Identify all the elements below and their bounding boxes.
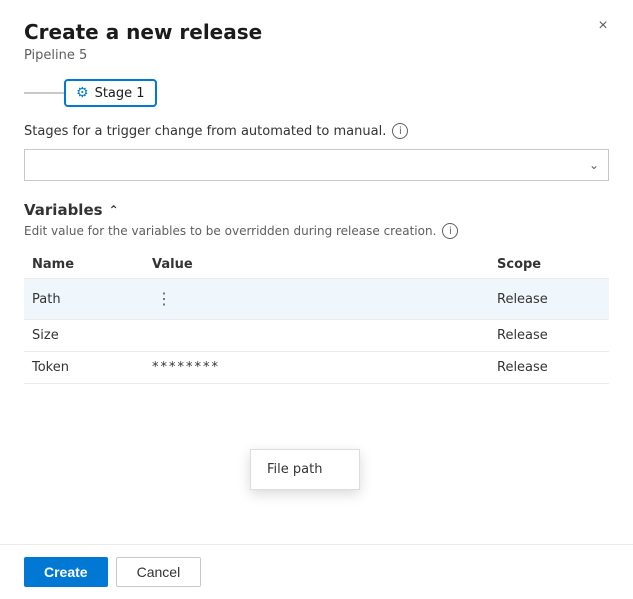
dialog-header: Create a new release Pipeline 5 <box>0 0 633 79</box>
variables-title: Variables <box>24 201 103 219</box>
chevron-up-icon[interactable]: ⌃ <box>109 203 119 217</box>
stage-icon: ⚙ <box>76 85 89 101</box>
col-header-value: Value <box>144 251 489 279</box>
pipeline-name: Pipeline 5 <box>24 48 609 63</box>
variables-description: Edit value for the variables to be overr… <box>24 223 609 239</box>
cell-value-size[interactable] <box>144 320 489 352</box>
variables-header: Variables ⌃ <box>24 201 609 219</box>
cell-name-size: Size <box>24 320 144 352</box>
variables-section: Variables ⌃ Edit value for the variables… <box>24 201 609 384</box>
cell-value-path[interactable]: ⋮ <box>144 279 489 320</box>
context-menu-file-path[interactable]: File path <box>251 454 359 485</box>
table-row: Token ******** Release <box>24 352 609 384</box>
stages-info-icon[interactable]: i <box>392 123 408 139</box>
col-header-name: Name <box>24 251 144 279</box>
cancel-button[interactable]: Cancel <box>116 557 202 587</box>
table-body: Path ⋮ Release Size Release <box>24 279 609 384</box>
cell-scope-size: Release <box>489 320 609 352</box>
create-release-dialog: × Create a new release Pipeline 5 ⚙ Stag… <box>0 0 633 599</box>
stage-pill: ⚙ Stage 1 <box>64 79 157 107</box>
stages-dropdown-container: ⌄ <box>24 149 609 181</box>
stages-label: Stages for a trigger change from automat… <box>24 123 609 139</box>
dots-menu-button[interactable]: ⋮ <box>152 287 176 311</box>
close-button[interactable]: × <box>589 12 617 40</box>
col-header-scope: Scope <box>489 251 609 279</box>
stage-line <box>24 92 64 94</box>
variables-table: Name Value Scope Path ⋮ Relea <box>24 251 609 384</box>
scroll-area: ⚙ Stage 1 Stages for a trigger change fr… <box>0 79 633 544</box>
cell-scope-token: Release <box>489 352 609 384</box>
cell-value-token[interactable]: ******** <box>144 352 489 384</box>
cell-name-token: Token <box>24 352 144 384</box>
cell-name-path: Path <box>24 279 144 320</box>
stage-pipeline: ⚙ Stage 1 <box>24 79 609 107</box>
variables-info-icon[interactable]: i <box>442 223 458 239</box>
context-menu: File path <box>250 449 360 490</box>
stages-dropdown[interactable] <box>24 149 609 181</box>
create-button[interactable]: Create <box>24 557 108 587</box>
table-header: Name Value Scope <box>24 251 609 279</box>
dialog-title: Create a new release <box>24 20 609 44</box>
cell-scope-path: Release <box>489 279 609 320</box>
table-row: Path ⋮ Release <box>24 279 609 320</box>
stages-section: Stages for a trigger change from automat… <box>24 123 609 181</box>
table-row: Size Release <box>24 320 609 352</box>
stage-name: Stage 1 <box>95 86 145 101</box>
dialog-footer: Create Cancel <box>0 544 633 599</box>
